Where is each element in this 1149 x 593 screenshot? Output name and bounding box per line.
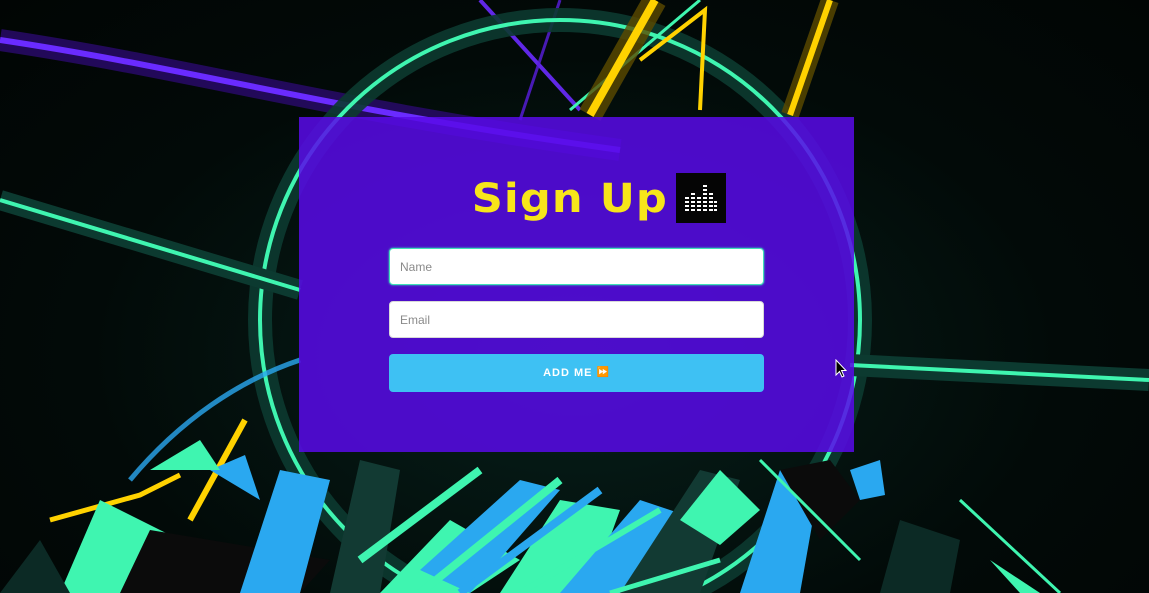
email-input[interactable] xyxy=(389,301,764,338)
add-me-label: ADD ME xyxy=(543,367,593,379)
page-title: Sign Up xyxy=(471,176,668,222)
signup-card: Sign Up ADD ME ⏩ xyxy=(299,117,854,452)
page-background: Sign Up ADD ME ⏩ xyxy=(0,0,1149,593)
mouse-cursor-icon xyxy=(835,359,847,378)
title-row: Sign Up xyxy=(299,167,854,223)
name-input[interactable] xyxy=(389,248,764,285)
add-me-button[interactable]: ADD ME ⏩ xyxy=(389,354,764,392)
equalizer-icon xyxy=(676,173,727,223)
fast-forward-icon: ⏩ xyxy=(596,367,610,378)
